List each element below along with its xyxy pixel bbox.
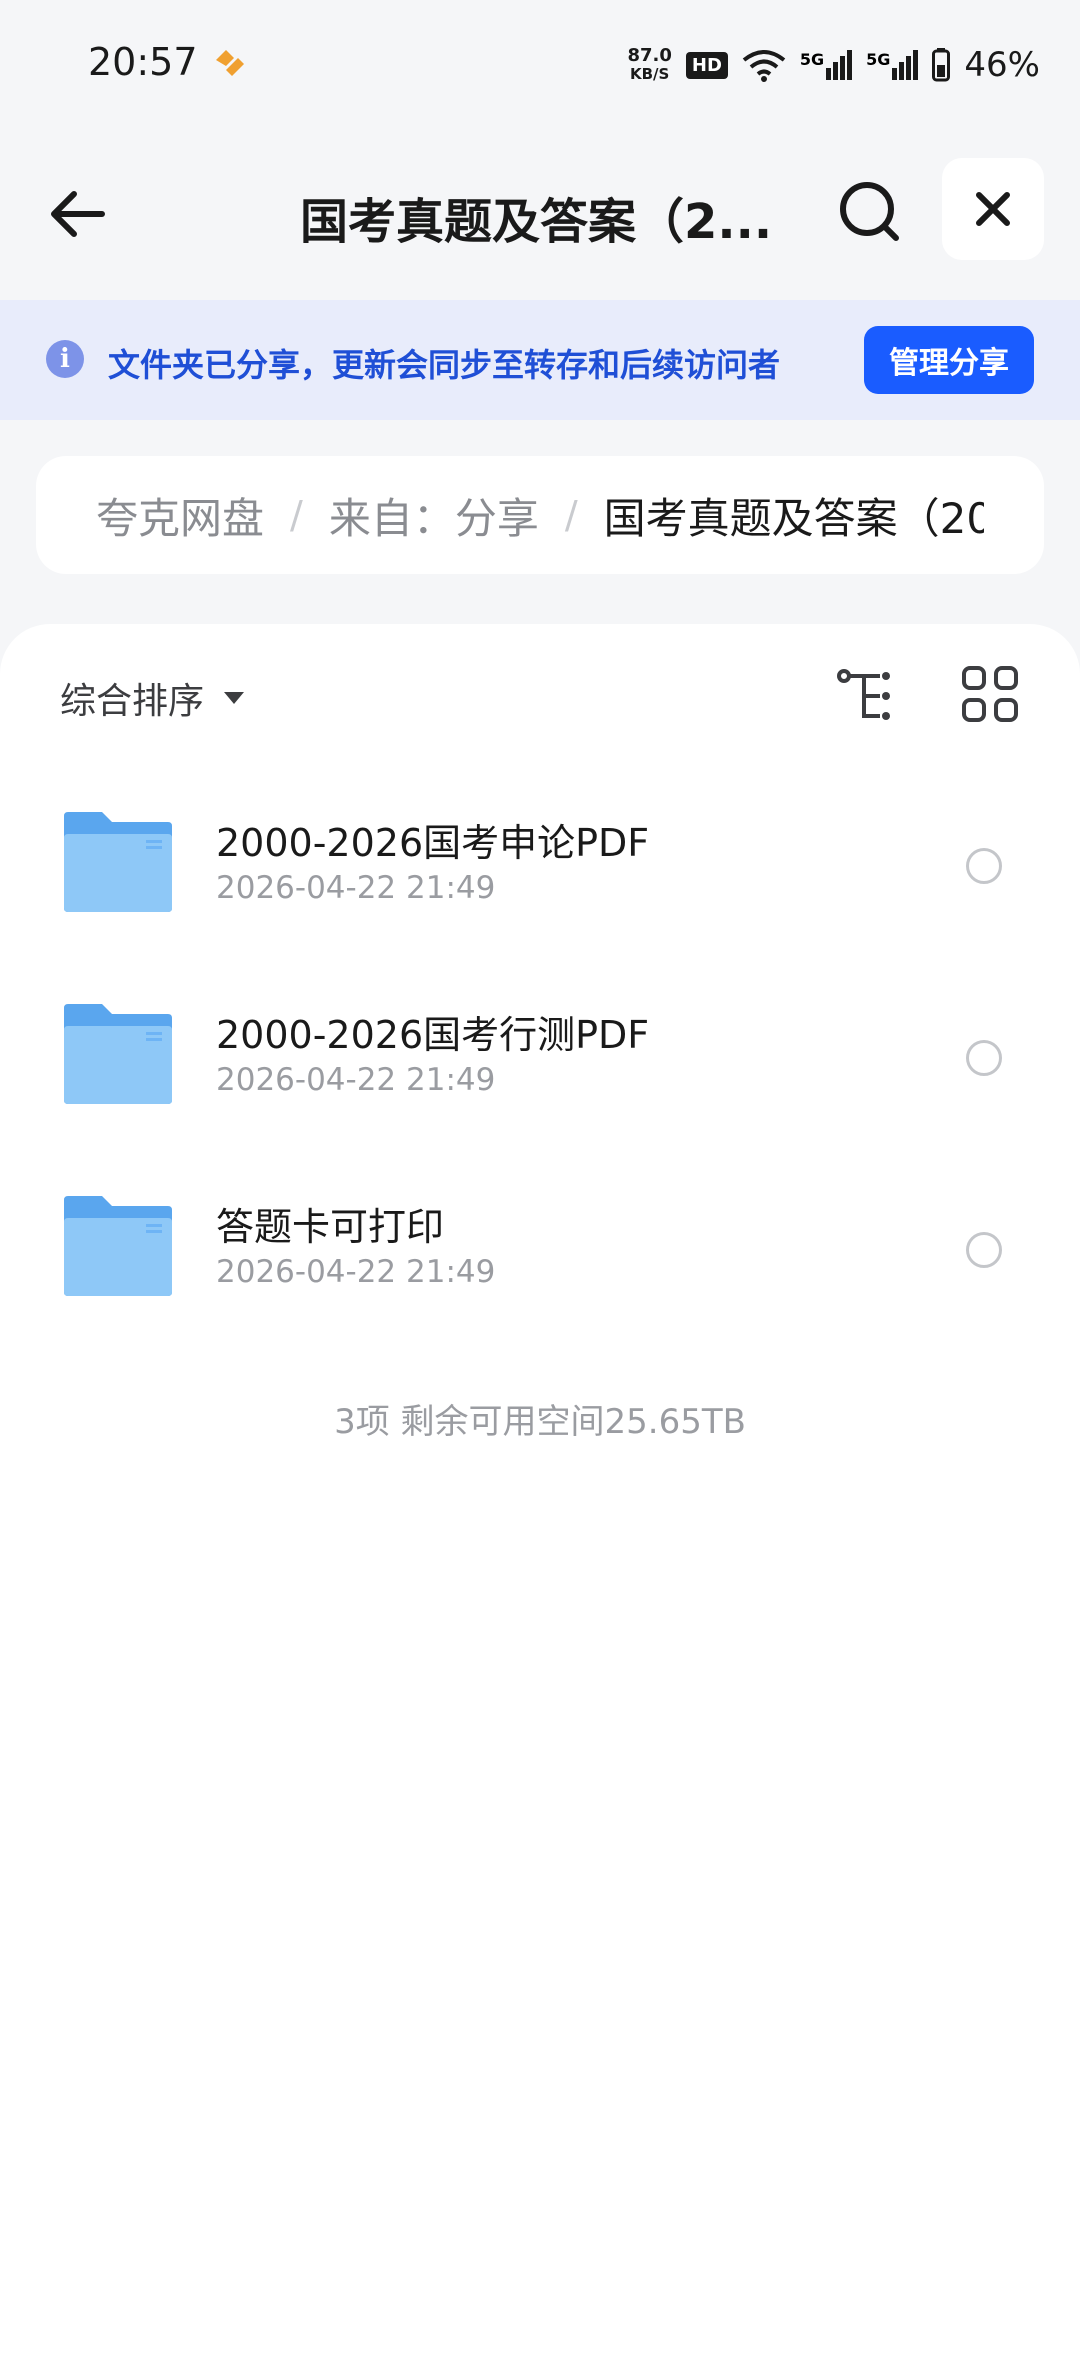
sort-caret-icon [224,692,245,704]
signal-label: 5G [799,50,825,69]
network-speed: 87.0 KB/S [627,45,672,84]
wifi-icon [742,50,786,82]
signal-label: 5G [866,50,891,69]
sort-button[interactable]: 综合排序 [60,672,245,724]
file-list-panel: 综合排序 2000-2026国考申论PDF 2026-04-22 21:49 2… [0,624,1080,2376]
status-icons: 87.0 KB/S HD 5G 5G 46% [627,40,1040,90]
banner-text: 文件夹已分享，更新会同步至转存和后续访问者 [108,346,781,384]
close-button[interactable] [942,158,1044,260]
select-radio[interactable] [966,848,1002,884]
network-speed-value: 87.0 [627,45,672,66]
grid-view-icon[interactable] [960,664,1020,724]
file-name: 2000-2026国考行测PDF [216,1013,650,1057]
breadcrumb: 夸克网盘 / 来自：分享 / 国考真题及答案（20 [36,456,1044,574]
breadcrumb-separator: / [290,493,303,537]
manage-share-button[interactable]: 管理分享 [864,326,1034,394]
folder-icon [64,1196,172,1296]
file-date: 2026-04-22 21:49 [216,870,496,906]
sort-label: 综合排序 [60,681,205,722]
battery-icon [932,48,951,82]
file-name: 答题卡可打印 [216,1205,445,1249]
breadcrumb-separator: / [564,493,578,537]
breadcrumb-item-share[interactable]: 来自：分享 [329,485,539,546]
search-icon[interactable] [830,172,910,252]
tree-view-icon[interactable] [834,664,898,728]
close-icon [976,192,1010,226]
battery-percent: 46% [964,45,1040,85]
breadcrumb-item-current: 国考真题及答案（20 [603,493,984,543]
select-radio[interactable] [966,1232,1002,1268]
signal-icon: 5G [799,50,853,80]
storage-summary: 3项 剩余可用空间25.65TB [334,1402,746,1442]
hd-badge: HD [685,51,728,79]
folder-icon [64,812,172,912]
file-date: 2026-04-22 21:49 [216,1062,496,1098]
back-arrow-icon[interactable] [40,174,120,254]
folder-icon [64,1004,172,1104]
select-radio[interactable] [966,1040,1002,1076]
file-row[interactable]: 2000-2026国考行测PDF 2026-04-22 21:49 [0,962,1080,1152]
info-icon: i [46,340,84,378]
page-title: 国考真题及答案（2... [300,194,773,250]
file-row[interactable]: 2000-2026国考申论PDF 2026-04-22 21:49 [0,770,1080,960]
top-app-bar: 国考真题及答案（2... [0,130,1080,300]
app-notification-icon [216,50,244,76]
breadcrumb-item-root[interactable]: 夸克网盘 [96,485,264,546]
file-date: 2026-04-22 21:49 [216,1254,496,1290]
status-bar: 20:57 87.0 KB/S HD 5G 5G 46% [0,0,1080,130]
file-row[interactable]: 答题卡可打印 2026-04-22 21:49 [0,1154,1080,1344]
share-banner: i 文件夹已分享，更新会同步至转存和后续访问者 管理分享 [0,300,1080,420]
signal-icon: 5G [866,50,919,80]
file-name: 2000-2026国考申论PDF [216,821,650,865]
status-time: 20:57 [88,40,198,84]
network-speed-unit: KB/S [629,65,670,83]
